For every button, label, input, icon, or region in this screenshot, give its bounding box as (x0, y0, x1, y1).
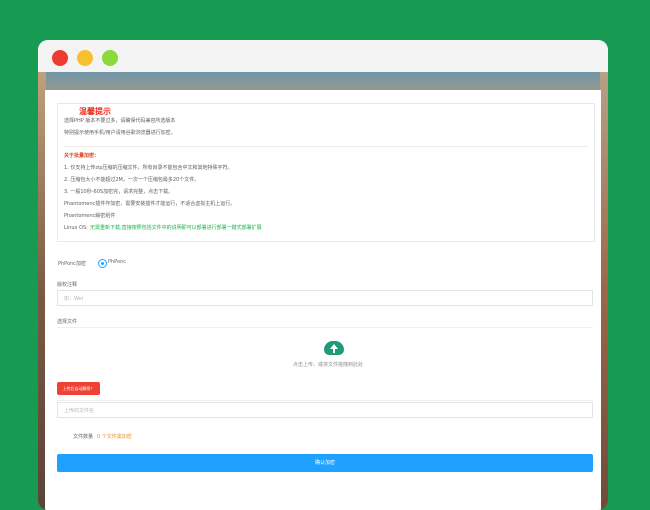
remark-placeholder: 如：Wei (64, 296, 84, 302)
encrypt-radio-option[interactable]: PhPonc (98, 259, 138, 269)
file-upload-dropzone[interactable]: 点击上传，或将文件拖拽到此处 (57, 327, 593, 401)
app-window: 温馨提示 选择PHP 版本不要过多，请确保代码兼容所选版本 特别提示使用手机/用… (38, 40, 608, 510)
notice-item-1: 1. 仅支持上传zip压缩的压缩文件，所有目录不能包含中文和其他特殊字符。 (64, 165, 233, 171)
notice-item-5: Phantomenc解密组件 (64, 213, 116, 219)
encrypt-label: PhPonc加密 (58, 261, 86, 267)
zoom-icon[interactable] (102, 50, 118, 66)
encrypt-option-label: PhPonc (108, 259, 126, 265)
cloud-upload-icon[interactable] (324, 341, 344, 355)
file-count-value: 0 个文件需加密 (97, 434, 132, 440)
selected-radio-icon[interactable] (98, 259, 107, 268)
remark-input[interactable]: 如：Wei (57, 290, 593, 306)
upload-badge: 上传后自动解密！ (57, 382, 100, 395)
notice-item-3: 3. 一般10秒-60S加密完，请求完整，点击下载。 (64, 189, 174, 195)
notice-item-2: 2. 压缩包大小不能超过2M，一次一个压缩包最多20个文件。 (64, 177, 200, 183)
window-titlebar (38, 40, 608, 72)
main-panel: 温馨提示 选择PHP 版本不要过多，请确保代码兼容所选版本 特别提示使用手机/用… (45, 90, 601, 510)
notice-about-title: 关于批量加密： (64, 153, 100, 159)
notice-linux-text: 无需重新下载,直接按照包括文件中的说明即可以部署进行部署一键式部署扩展 (90, 225, 262, 231)
file-count-label: 文件数量 (73, 434, 94, 440)
notice-intro-1: 选择PHP 版本不要过多，请确保代码兼容所选版本 (64, 118, 176, 124)
notice-divider (64, 146, 588, 147)
minimize-icon[interactable] (77, 50, 93, 66)
remark-label: 版权注释 (57, 282, 78, 288)
notice-title: 温馨提示 (79, 107, 111, 116)
notice-box: 温馨提示 选择PHP 版本不要过多，请确保代码兼容所选版本 特别提示使用手机/用… (57, 103, 595, 242)
notice-intro-2: 特别提示使用手机/用户请用谷歌浏览器进行加密。 (64, 130, 176, 136)
filename-placeholder: 上传的文件名 (64, 408, 95, 414)
notice-linux-label: Linux OS: (64, 225, 88, 231)
right-wallpaper-strip (600, 72, 608, 510)
close-icon[interactable] (52, 50, 68, 66)
notice-item-4: Phantomenc插件作加密，需要安装插件才能运行，不适合虚拟主机上运行。 (64, 201, 236, 207)
upload-hint: 点击上传，或将文件拖拽到此处 (293, 362, 364, 368)
confirm-encrypt-button[interactable]: 确认加密 (57, 454, 593, 472)
file-label: 选择文件 (57, 319, 78, 325)
filename-input[interactable]: 上传的文件名 (57, 402, 593, 418)
